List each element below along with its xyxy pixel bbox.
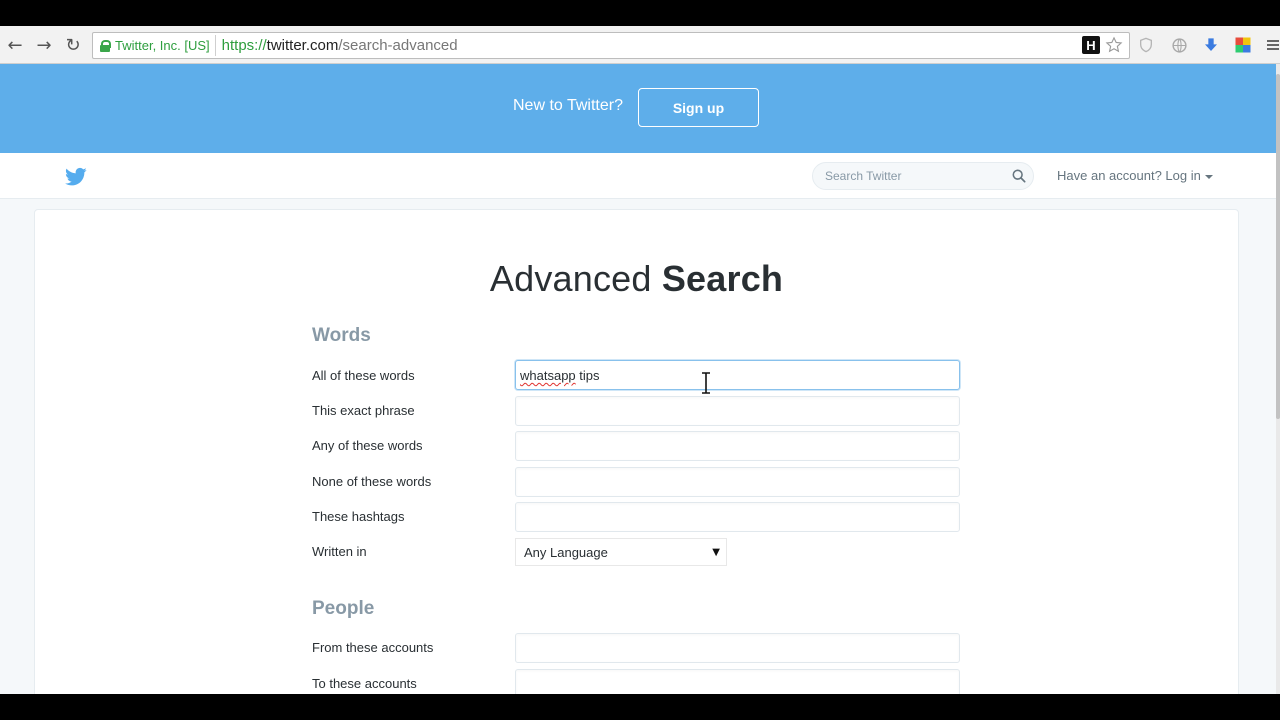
login-link[interactable]: Log in [1165,168,1200,183]
page-scrollbar[interactable] [1276,64,1280,694]
label-exact-phrase: This exact phrase [312,403,415,418]
forward-arrow-icon[interactable]: → [33,34,55,56]
language-selected-value: Any Language [524,544,608,560]
language-select[interactable]: Any Language ▼ [515,538,727,566]
label-none-words: None of these words [312,474,432,489]
h-extension-icon[interactable]: H [1082,36,1100,54]
signup-button[interactable]: Sign up [638,88,759,127]
page-title-bold: Search [661,258,784,299]
back-arrow-icon[interactable]: ← [4,34,26,56]
menu-icon[interactable] [1264,36,1280,54]
search-input[interactable] [825,169,1005,183]
label-from-accounts: From these accounts [312,640,434,655]
banner-text: New to Twitter? [513,97,623,114]
address-bar[interactable]: Twitter, Inc. [US] https://twitter.com/s… [92,32,1130,59]
ev-name: Twitter, Inc. [US] [115,38,210,53]
browser-window: ← → ↻ Twitter, Inc. [US] https://twitter… [0,26,1280,694]
download-extension-icon[interactable] [1202,36,1220,54]
scrollbar-thumb[interactable] [1276,74,1280,419]
none-words-input[interactable] [515,467,960,497]
ev-certificate-badge[interactable]: Twitter, Inc. [US] [96,35,216,56]
all-words-input[interactable] [515,360,960,390]
signup-banner: New to Twitter? Sign up [0,64,1276,153]
exact-phrase-input[interactable] [515,396,960,426]
section-title-words: Words [312,325,371,346]
any-words-input[interactable] [515,431,960,461]
hashtags-input[interactable] [515,502,960,532]
to-accounts-input[interactable] [515,669,960,694]
page-title-light: Advanced [489,258,652,299]
url-host: twitter.com [266,37,339,54]
url-path: /search-advanced [338,37,458,54]
search-box [812,162,1034,190]
url-text: https://twitter.com/search-advanced [222,37,458,54]
colorful-extension-icon[interactable] [1234,36,1252,54]
text-cursor-icon [702,372,710,394]
label-all-words: All of these words [312,368,415,383]
lock-icon [100,39,111,52]
caret-down-icon [1204,174,1213,179]
search-icon[interactable] [1012,169,1026,183]
globe-extension-icon[interactable] [1170,36,1188,54]
star-icon[interactable] [1105,36,1123,54]
label-to-accounts: To these accounts [312,676,417,691]
twitter-bird-icon[interactable] [65,167,87,187]
page-title: Advanced Search [35,258,1238,300]
browser-toolbar: ← → ↻ Twitter, Inc. [US] https://twitter… [0,26,1280,64]
from-accounts-input[interactable] [515,633,960,663]
shield-extension-icon[interactable] [1137,36,1155,54]
reload-icon[interactable]: ↻ [62,34,84,56]
twitter-topbar: Have an account? Log in [0,153,1276,199]
url-scheme: https:// [221,37,267,54]
login-prefix: Have an account? [1057,168,1162,183]
section-title-people: People [312,598,375,619]
advanced-search-card: Advanced Search Words All of these words… [34,209,1239,694]
label-any-words: Any of these words [312,438,423,453]
login-dropdown[interactable]: Have an account? Log in [1057,168,1213,183]
label-written-in: Written in [312,544,367,559]
label-hashtags: These hashtags [312,509,405,524]
dropdown-arrow-icon: ▼ [712,547,720,558]
